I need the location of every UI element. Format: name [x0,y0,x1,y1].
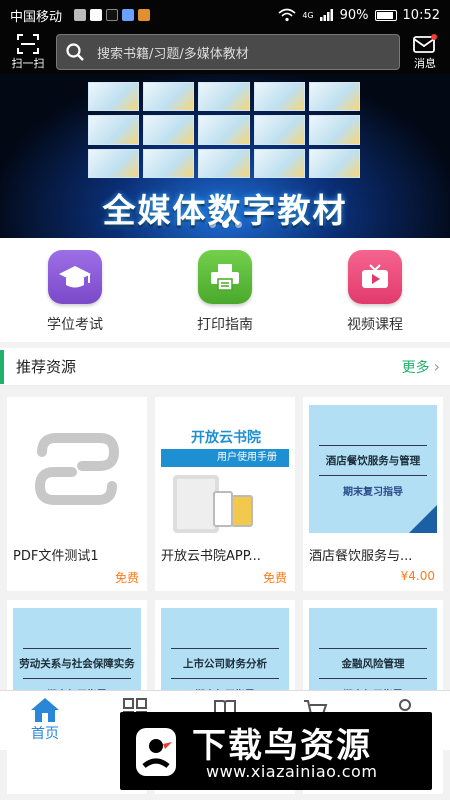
banner-pager [0,221,450,228]
quick-label: 视频课程 [347,317,403,333]
app-screen: 中国移动 4G 90% 10:52 扫一扫 搜索书籍/习题/多媒体教材 消息 全… [0,0,450,800]
search-icon [66,43,84,61]
cover-title: 酒店餐饮服务与管理 [325,455,421,467]
message-icon [413,34,437,53]
resource-card[interactable]: 开放云书院 用户使用手册 开放云书院APP... 免费 [155,397,295,591]
resource-cover: 开放云书院 用户使用手册 [161,405,289,533]
app-badge-icon [138,9,151,21]
resource-name: 开放云书院APP... [161,549,261,564]
network-type: 4G [302,10,314,20]
tiktok-icon [106,9,119,21]
resource-price: ¥4.00 [400,569,435,583]
resource-price: 免费 [114,571,139,585]
scan-icon [17,34,39,54]
cover-title: 劳动关系与社会保障实务 [19,658,135,670]
tv-icon [348,250,402,304]
resource-card[interactable]: 酒店餐饮服务与管理 期末复习指导 酒店餐饮服务与... ¥4.00 [303,397,443,591]
search-input[interactable]: 搜索书籍/习题/多媒体教材 [56,34,400,70]
cover-title: 开放云书院 [191,430,261,446]
printer-icon [198,250,252,304]
phone-image [231,495,253,527]
home-icon [31,698,59,722]
bird-logo-icon [136,728,176,776]
quick-item-video-course[interactable]: 视频课程 [315,250,435,342]
cover-subtitle: 期末复习指导 [343,487,403,498]
battery-percent: 90% [339,7,369,23]
banner-screens [88,82,360,178]
quick-label: 学位考试 [47,317,103,333]
pager-dot-active [221,221,229,228]
more-link[interactable]: 更多 › [402,357,440,377]
clock: 10:52 [402,7,440,23]
cover-subtitle: 用户使用手册 [161,449,289,467]
pager-dot [208,221,216,228]
scan-label: 扫一扫 [11,57,45,70]
pager-dot [234,221,242,228]
phone-image [213,491,233,527]
signal-icon [319,9,333,21]
nav-home[interactable]: 首页 [0,691,90,750]
watermark: 下载鸟资源 www.xiazainiao.com [120,712,432,790]
carrier-name: 中国移动 [10,9,63,25]
quick-item-degree-exam[interactable]: 学位考试 [15,250,135,342]
message-button[interactable]: 消息 [400,33,450,71]
wifi-icon [278,8,296,22]
section-title: 推荐资源 [16,358,77,376]
status-right: 4G 90% 10:52 [278,8,440,23]
graduation-cap-icon [48,250,102,304]
cover-title: 金融风险管理 [341,658,405,670]
wrench-icon [90,9,103,21]
resource-cover: 酒店餐饮服务与管理 期末复习指导 [309,405,437,533]
notification-icons [74,9,151,21]
quick-label: 打印指南 [197,317,253,333]
search-placeholder: 搜索书籍/习题/多媒体教材 [97,46,249,62]
resource-name: 酒店餐饮服务与... [309,549,413,564]
file-placeholder-icon [13,405,141,533]
carrier-info: 中国移动 [10,6,151,25]
section-accent-bar [0,349,4,384]
scan-button[interactable]: 扫一扫 [0,33,56,71]
lock-icon [122,9,135,21]
recommend-header: 推荐资源 更多 › [0,348,450,386]
promo-banner[interactable]: 全媒体数字教材 [0,74,450,238]
watermark-url: www.xiazainiao.com [206,762,378,781]
resource-card[interactable]: PDF文件测试1 免费 [7,397,147,591]
watermark-text: 下载鸟资源 [192,726,372,766]
status-bar: 中国移动 4G 90% 10:52 [0,0,450,30]
battery-icon [374,9,397,21]
quick-item-print-guide[interactable]: 打印指南 [165,250,285,342]
more-label: 更多 [401,359,430,376]
resource-price: 免费 [262,571,287,585]
top-header: 扫一扫 搜索书籍/习题/多媒体教材 消息 [0,30,450,74]
nav-home-label: 首页 [31,726,59,742]
chevron-right-icon: › [433,357,440,376]
message-label: 消息 [414,57,436,70]
resource-name: PDF文件测试1 [13,549,99,564]
key-icon [74,9,87,21]
cover-title: 上市公司财务分析 [183,658,267,670]
quick-menu: 学位考试 打印指南 视频课程 [0,238,450,342]
